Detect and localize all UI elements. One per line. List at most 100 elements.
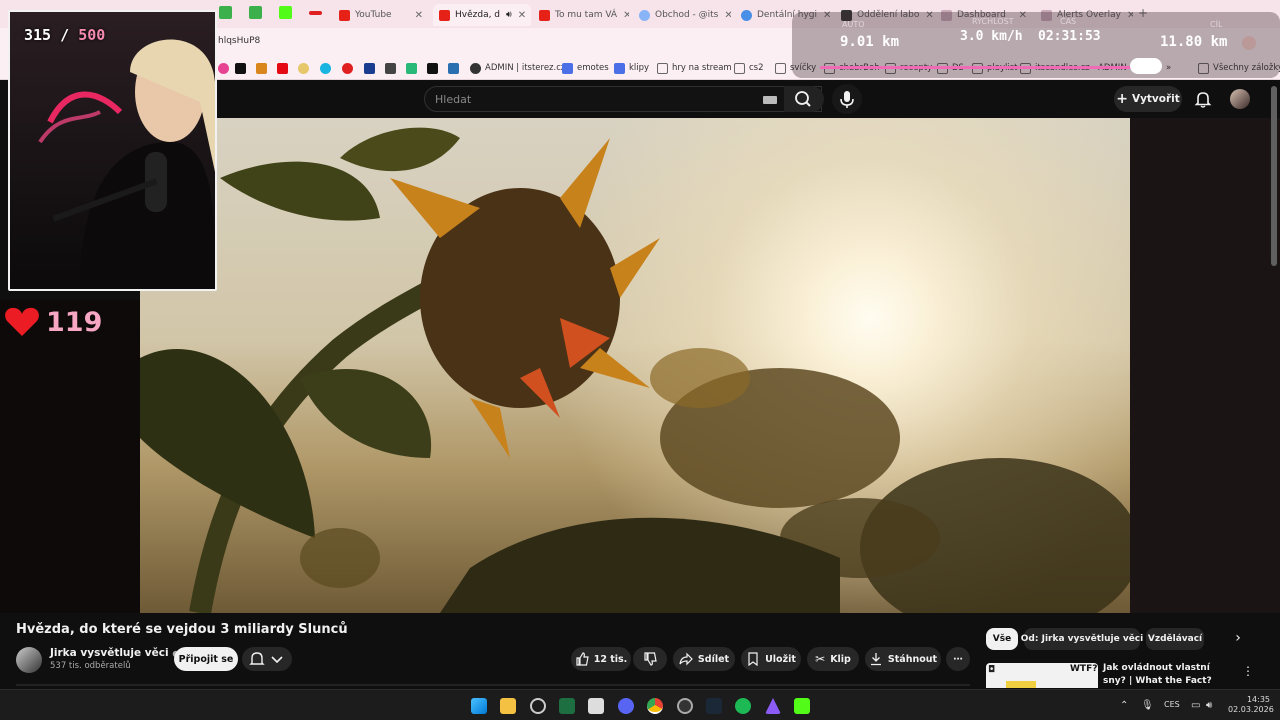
video-player[interactable] [140, 118, 1130, 613]
close-icon[interactable]: ✕ [617, 10, 629, 21]
bookmark-klipy[interactable]: klipy [614, 61, 649, 75]
overlay-label-target: CÍL [1210, 20, 1223, 29]
close-icon[interactable]: ✕ [718, 10, 731, 21]
chevron-up-icon[interactable]: ⌃ [1120, 700, 1128, 711]
app-icon[interactable] [588, 698, 604, 714]
distance-overlay: AUTO RYCHLOST ČAS CÍL 9.01 km 3.0 km/h 0… [792, 12, 1280, 78]
like-count: 119 [46, 306, 103, 338]
excel-icon[interactable] [559, 698, 575, 714]
clock-time[interactable]: 14:35 [1230, 694, 1270, 705]
netflix-icon[interactable] [277, 61, 292, 75]
bookmark-folder[interactable]: cs2 [734, 61, 764, 75]
thumbs-up-icon [576, 652, 589, 666]
bookmark-icon-only[interactable] [298, 61, 313, 75]
microphone-icon[interactable]: 🎙︎ [1141, 700, 1154, 711]
video-left-margin [0, 300, 140, 613]
create-button[interactable]: + Vytvořit [1114, 86, 1182, 112]
recommendation-thumbnail[interactable]: ◘ WTF? [986, 663, 1098, 688]
overlay-distance: 9.01 km [840, 34, 900, 50]
scrollbar[interactable] [1271, 86, 1277, 266]
bookmark-icon-only[interactable] [448, 61, 463, 75]
download-button[interactable]: Stáhnout [865, 647, 941, 671]
youtube-icon [339, 9, 350, 21]
bookmark-icon-only[interactable] [320, 61, 335, 75]
more-actions-button[interactable]: ⋯ [946, 647, 970, 671]
paypal-icon[interactable] [364, 61, 379, 75]
heart-icon [5, 307, 39, 336]
progress-track [820, 66, 1140, 69]
windows-start-icon[interactable] [471, 698, 487, 714]
keyboard-icon[interactable] [763, 96, 777, 104]
file-explorer-icon[interactable] [500, 698, 516, 714]
chip-from-channel[interactable]: Od: Jirka vysvětluje věci [1021, 628, 1143, 650]
share-button[interactable]: Sdílet [673, 647, 735, 671]
share-label: Sdílet [697, 653, 730, 665]
bookmark-emotes[interactable]: emotes [562, 61, 609, 75]
tab-video-2[interactable]: To mu tam VÁ ✕ [533, 4, 629, 26]
search-button[interactable] [784, 86, 824, 112]
streamer-webcam: 315 / 500 [8, 10, 217, 291]
site-icon [741, 9, 752, 21]
bookmark-icon-only[interactable] [218, 61, 233, 75]
chip-educational[interactable]: Vzdělávací [1146, 628, 1204, 650]
pinned-tab-icon[interactable] [249, 6, 262, 19]
x-icon[interactable] [235, 61, 250, 75]
subscription-bell-button[interactable] [242, 647, 292, 671]
video-title: Hvězda, do které se vejdou 3 miliardy Sl… [16, 622, 348, 637]
discord-icon[interactable] [618, 698, 634, 714]
close-icon[interactable]: ✕ [409, 10, 423, 21]
bookmark-icon-only[interactable] [342, 61, 357, 75]
app-icon[interactable] [765, 698, 781, 714]
chrome-icon[interactable] [647, 698, 663, 714]
clock-date[interactable]: 02.03.2026 [1228, 705, 1274, 714]
pinned-tab-icon[interactable] [309, 11, 322, 15]
notifications-button[interactable] [1192, 88, 1214, 110]
close-icon[interactable]: ✕ [512, 10, 526, 21]
more-vertical-icon[interactable]: ⋮ [1242, 664, 1254, 678]
kick-icon[interactable] [794, 698, 810, 714]
obs-icon[interactable] [677, 698, 693, 714]
kick-tab-icon[interactable] [279, 6, 292, 19]
globe-icon [639, 9, 650, 21]
dislike-button[interactable] [633, 647, 667, 671]
tab-label: Obchod - @its [655, 10, 719, 20]
follower-current: 315 [24, 26, 52, 44]
bookmark-icon [748, 652, 758, 666]
tab-active-video[interactable]: Hvězda, d 🔊︎ ✕ [433, 4, 531, 26]
bookmark-folder[interactable]: hry na stream [657, 61, 732, 75]
pinned-tab-icon[interactable] [219, 6, 232, 19]
chip-all[interactable]: Vše [986, 628, 1018, 650]
channel-name[interactable]: Jirka vysvětluje věci ● [50, 647, 179, 659]
voice-search-button[interactable] [832, 84, 862, 114]
bookmark-admin[interactable]: ADMIN | itsterez.cz [470, 61, 565, 75]
spotify-icon[interactable] [735, 698, 751, 714]
tab-obchod[interactable]: Obchod - @its ✕ [633, 4, 731, 26]
bookmark-icon-only[interactable] [427, 61, 442, 75]
tab-youtube[interactable]: YouTube ✕ [333, 4, 429, 26]
search-input[interactable]: Hledat [424, 86, 822, 112]
steam-icon[interactable] [706, 698, 722, 714]
url-text[interactable]: hlqsHuP8 [218, 36, 260, 46]
like-button[interactable]: 12 tis. [571, 647, 631, 671]
overlay-target: 11.80 km [1160, 34, 1228, 50]
ccleaner-icon[interactable] [530, 698, 546, 714]
tab-label: To mu tam VÁ [555, 10, 618, 20]
description-box-edge [16, 684, 970, 686]
bookmark-icon-only[interactable] [385, 61, 400, 75]
account-avatar[interactable] [1230, 89, 1250, 109]
windows-taskbar: ⌃ 🎙︎ CES ▭ 🔊︎ 14:35 02.03.2026 [0, 689, 1280, 720]
language-indicator[interactable]: CES [1164, 700, 1180, 709]
bookmark-icon-only[interactable] [256, 61, 271, 75]
chevron-right-icon[interactable]: › [1228, 630, 1248, 650]
clip-button[interactable]: ✂ Klip [807, 647, 859, 671]
recommendation-title[interactable]: Jak ovládnout vlastní sny? | What the Fa… [1103, 662, 1231, 688]
volume-icon[interactable]: 🔊︎ [1206, 700, 1212, 711]
network-icon[interactable]: ▭ [1191, 700, 1200, 711]
create-label: Vytvořit [1131, 93, 1180, 105]
profile-avatar[interactable] [1242, 36, 1256, 50]
youtube-header: Hledat + Vytvořit [140, 80, 1280, 118]
save-button[interactable]: Uložit [741, 647, 801, 671]
bookmark-icon-only[interactable] [406, 61, 421, 75]
channel-avatar[interactable] [16, 647, 42, 673]
join-button[interactable]: Připojit se [174, 647, 238, 671]
